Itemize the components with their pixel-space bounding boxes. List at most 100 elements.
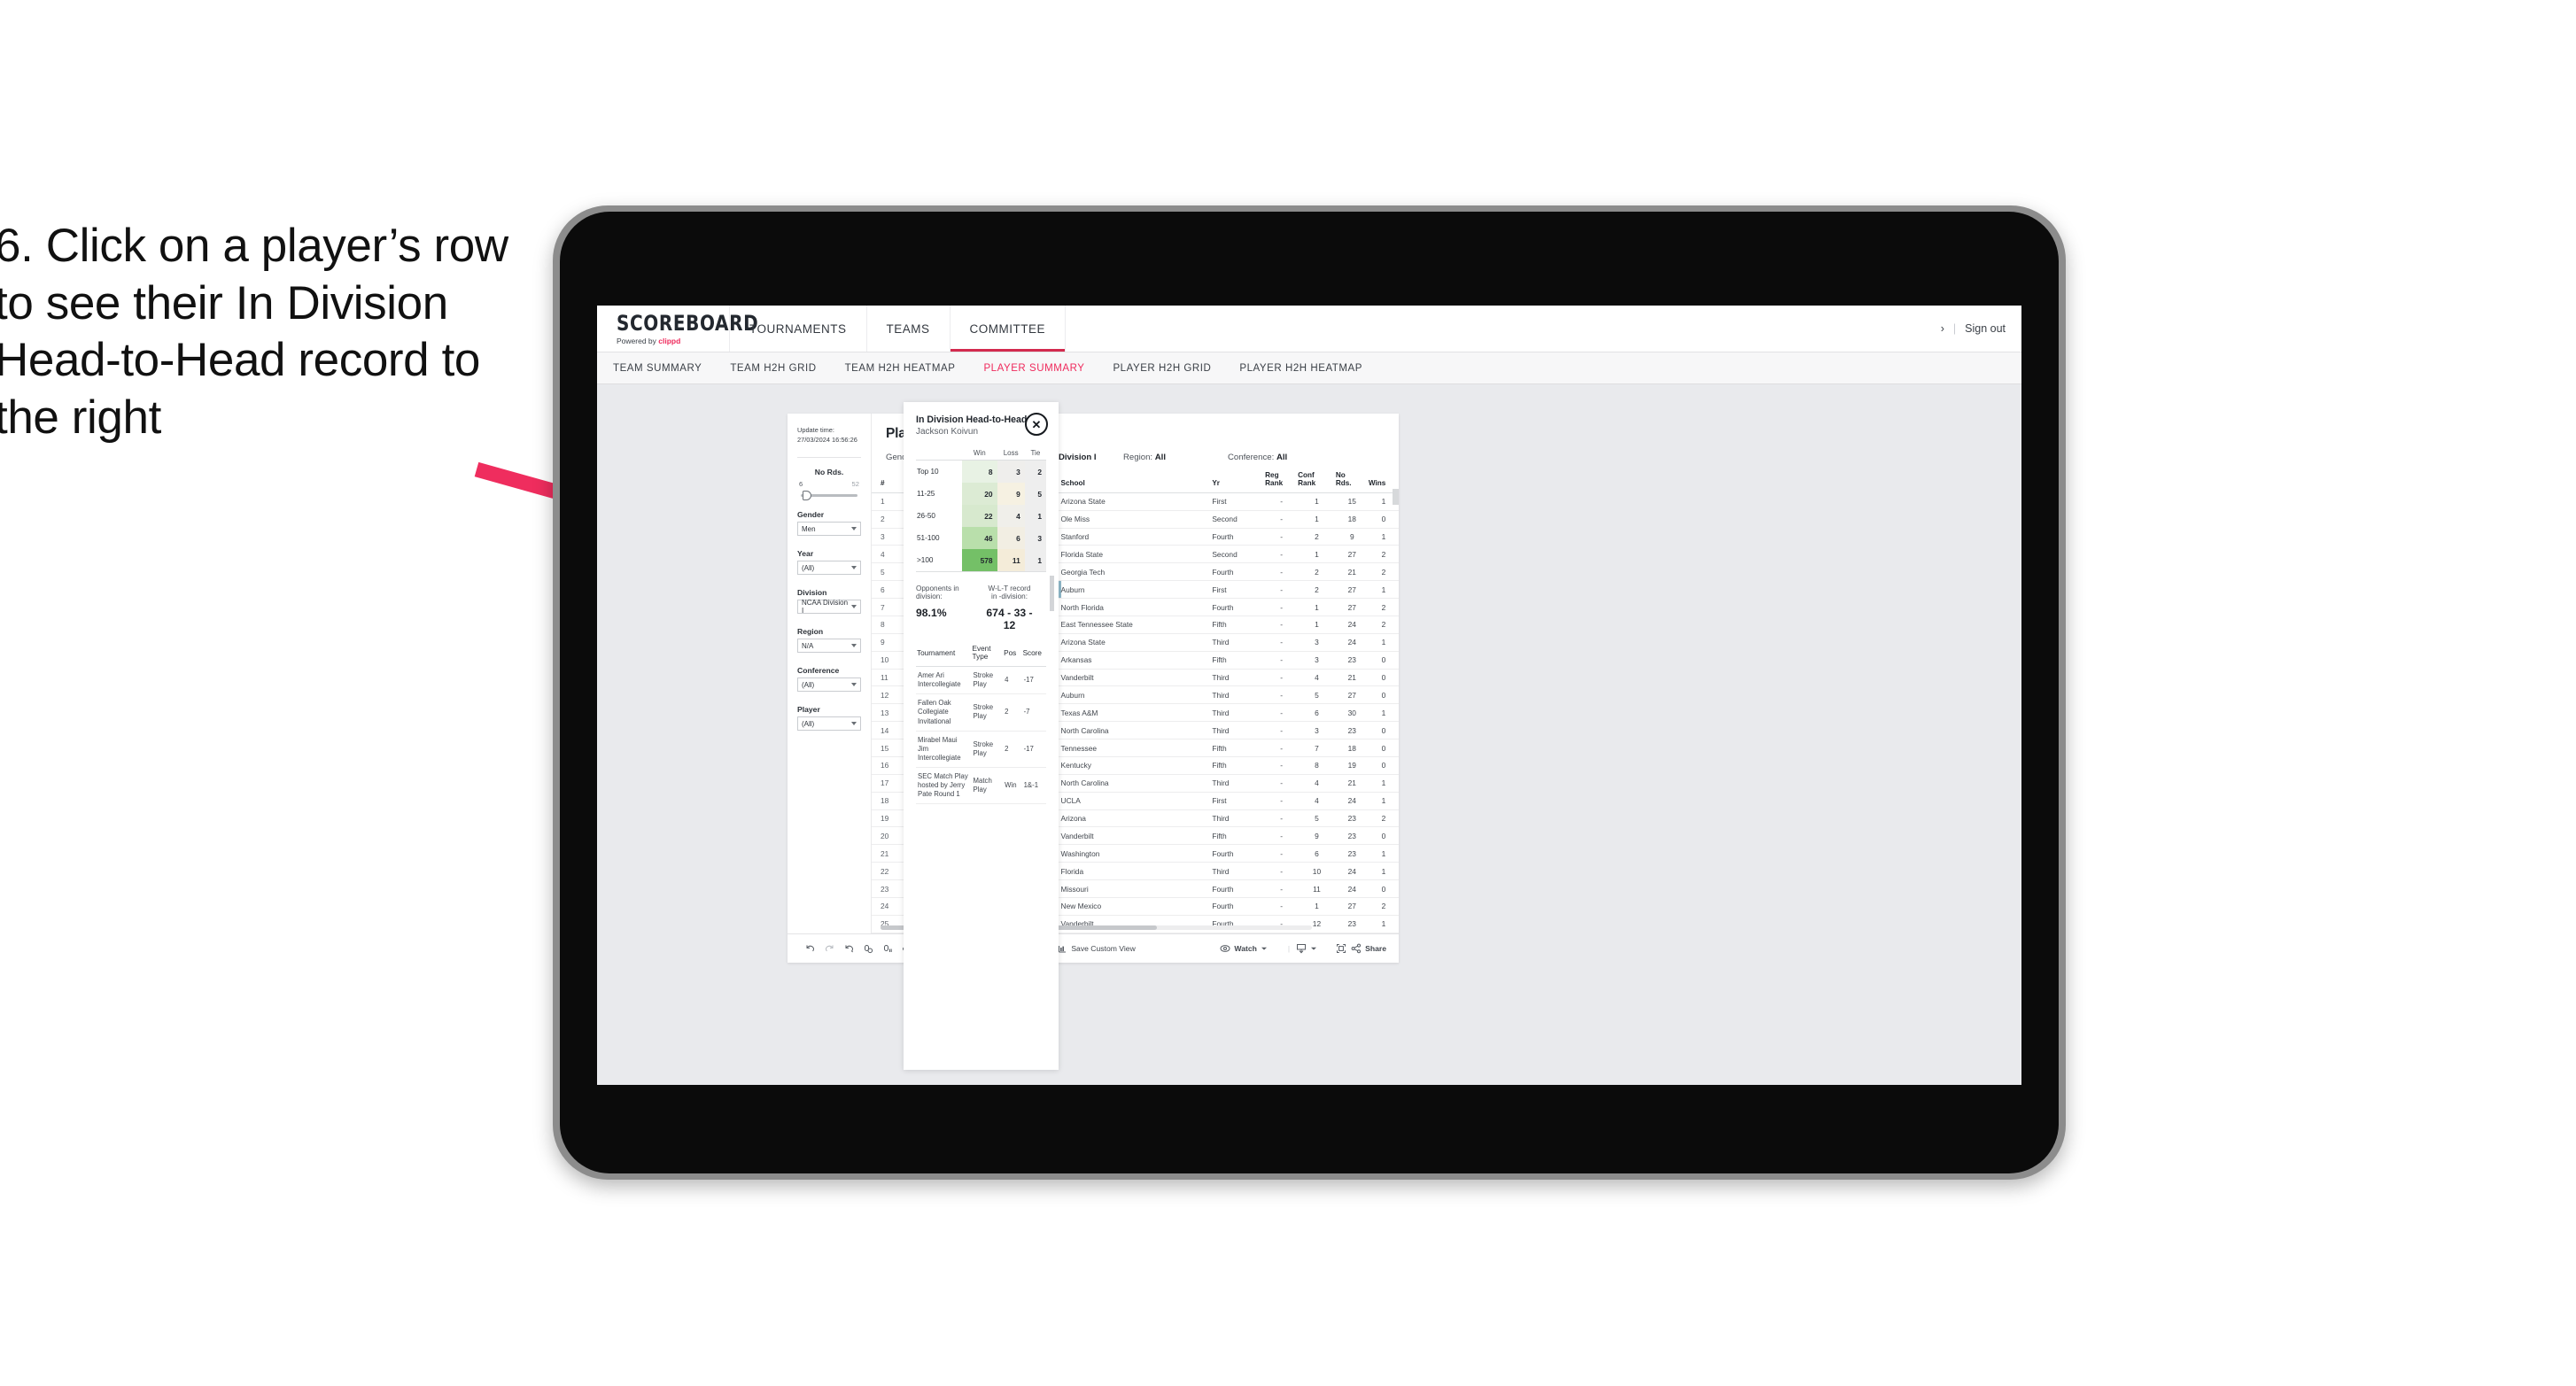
chevron-down-icon xyxy=(851,644,857,648)
cell-yr: Third xyxy=(1212,633,1266,652)
h2h-col-bucket xyxy=(916,448,962,461)
filter-value-division: NCAA Division I xyxy=(802,599,849,616)
revert-icon[interactable] xyxy=(839,944,858,954)
slider-handle[interactable] xyxy=(803,491,811,501)
tournament-table: Tournament Event Type Pos Score Amer Ari… xyxy=(916,644,1046,805)
filter-select-division[interactable]: NCAA Division I xyxy=(797,599,861,616)
meta-region: Region: All xyxy=(1123,453,1228,462)
subnav-item-player-h2h-grid[interactable]: PLAYER H2H GRID xyxy=(1113,363,1211,374)
cell-yr: Fourth xyxy=(1212,897,1266,916)
cell-wins: 2 xyxy=(1368,598,1399,616)
col-event-type: Event Type xyxy=(971,644,1004,667)
h2h-win-cell: 8 xyxy=(961,460,997,483)
cell-reg-rank: - xyxy=(1265,633,1299,652)
opponents-stat: Opponents in division: 98.1% xyxy=(916,585,985,631)
no-rounds-slider[interactable]: No Rds. 6 52 xyxy=(797,468,861,501)
subnav-item-team-h2h-heatmap[interactable]: TEAM H2H HEATMAP xyxy=(845,363,956,374)
refresh-data-icon[interactable] xyxy=(858,944,878,954)
cell-school: East Tennessee State xyxy=(1060,616,1213,634)
topnav-item-committee[interactable]: COMMITTEE xyxy=(950,306,1067,352)
cell-reg-rank: - xyxy=(1265,562,1299,582)
cell-conf-rank: 5 xyxy=(1298,809,1336,828)
col-no-rds[interactable]: No Rds. xyxy=(1335,471,1369,493)
cell-reg-rank: - xyxy=(1265,774,1299,793)
tournament-row[interactable]: Amer Ari Intercollegiate Stroke Play 4 -17 xyxy=(916,666,1046,695)
tournament-row[interactable]: Fallen Oak Collegiate Invitational Stroke… xyxy=(916,693,1046,732)
topnav-item-teams[interactable]: TEAMS xyxy=(867,306,950,352)
cell-reg-rank: - xyxy=(1265,897,1299,916)
sign-out-link[interactable]: Sign out xyxy=(1965,322,2006,335)
filter-value-gender: Men xyxy=(802,524,816,533)
cell-reg-rank: - xyxy=(1265,598,1299,616)
cell-reg-rank: - xyxy=(1265,510,1299,529)
filter-group-region: Region N/A xyxy=(797,627,861,654)
update-time-value: 27/03/2024 16:56:26 xyxy=(797,435,857,444)
h2h-tie-cell: 1 xyxy=(1024,505,1046,527)
cell-school: New Mexico xyxy=(1060,897,1213,916)
cell-conf-rank: 12 xyxy=(1298,915,1336,933)
redo-icon[interactable] xyxy=(819,944,839,954)
filter-select-gender[interactable]: Men xyxy=(797,522,861,537)
cell-conf-rank: 3 xyxy=(1298,651,1336,670)
wlt-value: 674 - 33 - 12 xyxy=(986,607,1033,631)
filter-group-conference: Conference (All) xyxy=(797,666,861,693)
cell-yr: Fourth xyxy=(1212,844,1266,863)
h2h-loss-cell: 6 xyxy=(997,527,1025,549)
chevron-right-icon[interactable]: › xyxy=(1941,322,1944,335)
cell-reg-rank: - xyxy=(1265,721,1299,740)
cell-no-rds: 23 xyxy=(1335,844,1369,863)
col-school[interactable]: School xyxy=(1060,471,1213,493)
watch-button[interactable]: Watch xyxy=(1220,944,1267,953)
vertical-scrollbar[interactable] xyxy=(1393,489,1399,505)
cell-wins: 1 xyxy=(1368,844,1399,863)
fullscreen-icon[interactable] xyxy=(1331,943,1351,954)
filter-select-region[interactable]: N/A xyxy=(797,639,861,654)
col-conf-rank[interactable]: Conf Rank xyxy=(1298,471,1336,493)
h2h-bucket-label: 51-100 xyxy=(916,527,962,549)
close-icon[interactable]: ✕ xyxy=(1025,413,1048,436)
cell-school: Vanderbilt xyxy=(1060,669,1213,687)
app-logo[interactable]: SCOREBOARD Powered by clippd xyxy=(597,306,758,352)
download-button[interactable] xyxy=(1296,943,1317,954)
h2h-matrix-body: Top 10 8 3 2 11-25 20 9 5 26-50 22 4 1 51-100 46 6 3 >10… xyxy=(916,460,1046,572)
head-to-head-panel: In Division Head-to-Head Jackson Koivun … xyxy=(904,402,1059,1070)
filter-select-conference[interactable]: (All) xyxy=(797,678,861,693)
cell-school: Auburn xyxy=(1060,685,1213,705)
cell-wins: 0 xyxy=(1368,669,1399,687)
col-reg-rank[interactable]: Reg Rank xyxy=(1265,471,1299,493)
cell-school: UCLA xyxy=(1060,792,1213,810)
update-time: Update time: 27/03/2024 16:56:26 xyxy=(797,426,861,445)
subnav-item-team-summary[interactable]: TEAM SUMMARY xyxy=(613,363,702,374)
watch-label: Watch xyxy=(1234,944,1257,953)
tournament-row[interactable]: SEC Match Play hosted by Jerry Pate Roun… xyxy=(916,767,1046,805)
subnav-item-player-summary[interactable]: PLAYER SUMMARY xyxy=(983,363,1084,374)
cell-wins: 2 xyxy=(1368,616,1399,634)
tournament-scrollbar[interactable] xyxy=(1050,576,1054,611)
cell-score: 1&-1 xyxy=(1021,767,1046,805)
cell-event-type: Stroke Play xyxy=(971,731,1004,769)
h2h-col-loss: Loss xyxy=(997,448,1025,461)
cell-yr: Third xyxy=(1212,685,1266,705)
save-custom-view-button[interactable]: Save Custom View xyxy=(1058,944,1136,954)
h2h-bucket-label: 11-25 xyxy=(916,483,962,505)
topnav-item-tournaments[interactable]: TOURNAMENTS xyxy=(730,306,867,352)
share-button[interactable]: Share xyxy=(1351,943,1386,954)
h2h-loss-cell: 11 xyxy=(997,549,1025,572)
cell-tournament-name: SEC Match Play hosted by Jerry Pate Roun… xyxy=(916,767,972,805)
subnav-item-player-h2h-heatmap[interactable]: PLAYER H2H HEATMAP xyxy=(1239,363,1362,374)
cell-conf-rank: 4 xyxy=(1298,774,1336,793)
slider-track[interactable] xyxy=(801,491,857,501)
cell-wins: 0 xyxy=(1368,739,1399,757)
filter-group-player: Player (All) xyxy=(797,705,861,732)
undo-icon[interactable] xyxy=(800,944,819,954)
subnav-item-team-h2h-grid[interactable]: TEAM H2H GRID xyxy=(730,363,816,374)
no-rounds-max: 52 xyxy=(851,480,859,489)
cell-yr: Fourth xyxy=(1212,598,1266,616)
tournament-table-body: Amer Ari Intercollegiate Stroke Play 4 -17 F… xyxy=(916,666,1046,805)
filter-select-year[interactable]: (All) xyxy=(797,561,861,576)
pause-updates-icon[interactable] xyxy=(878,944,897,954)
col-yr[interactable]: Yr xyxy=(1212,471,1266,493)
filter-select-player[interactable]: (All) xyxy=(797,716,861,732)
tournament-row[interactable]: Mirabel Maui Jim Intercollegiate Stroke P… xyxy=(916,731,1046,769)
cell-reg-rank: - xyxy=(1265,756,1299,775)
